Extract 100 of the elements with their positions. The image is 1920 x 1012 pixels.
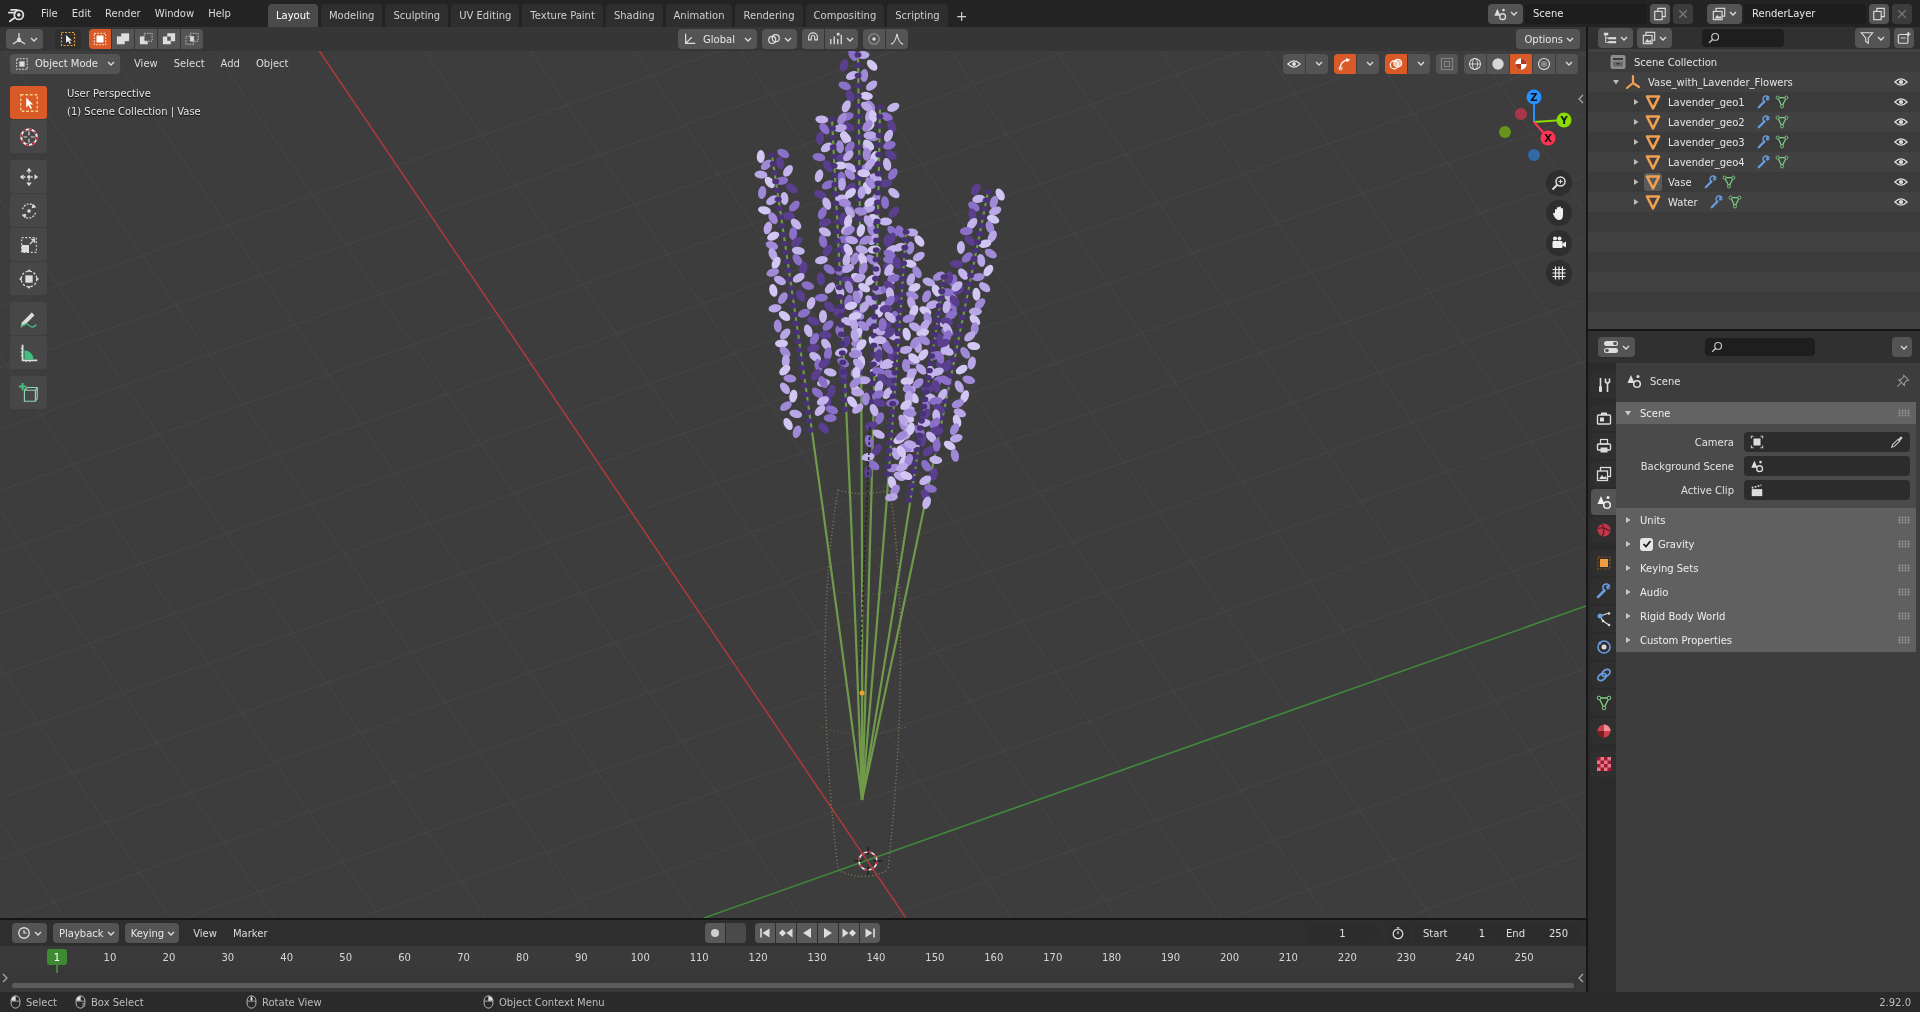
gizmo-dropdown[interactable] xyxy=(1357,53,1379,74)
timeline-scrollbar[interactable] xyxy=(12,983,1574,988)
expand-arrow-icon[interactable] xyxy=(1624,636,1632,644)
falloff-dropdown[interactable] xyxy=(885,29,908,49)
options-dropdown[interactable] xyxy=(1892,337,1912,357)
panel-header[interactable]: Scene xyxy=(1616,402,1916,424)
proportional-editing-toggle[interactable] xyxy=(862,29,885,49)
outliner-item-name[interactable]: Vase xyxy=(1668,176,1692,188)
shading-dropdown[interactable] xyxy=(1556,53,1578,74)
panel-header[interactable]: Audio xyxy=(1616,580,1916,604)
gizmo-axis-handle[interactable]: X xyxy=(1533,121,1556,146)
menu-item[interactable]: View xyxy=(185,923,225,943)
tool-button[interactable] xyxy=(10,160,47,193)
new-collection-button[interactable] xyxy=(1894,28,1914,48)
properties-tab[interactable] xyxy=(1591,405,1616,431)
expand-arrow-icon[interactable] xyxy=(1624,588,1632,596)
active-tool-button[interactable] xyxy=(55,29,81,49)
properties-tab[interactable] xyxy=(1591,751,1616,777)
expand-arrow-icon[interactable] xyxy=(1632,178,1640,186)
scene-browse-button[interactable] xyxy=(1488,3,1523,24)
drag-handle-icon[interactable] xyxy=(1898,636,1910,644)
options-dropdown[interactable]: Options xyxy=(1516,29,1580,49)
eye-icon[interactable] xyxy=(1894,195,1908,209)
previous-keyframe-button[interactable] xyxy=(776,923,797,943)
snap-toggle[interactable] xyxy=(801,29,824,49)
pivot-point-dropdown[interactable] xyxy=(761,29,797,49)
menu-item[interactable]: Render xyxy=(98,3,148,24)
workspace-tab[interactable]: Scripting xyxy=(887,4,948,27)
panel-header[interactable]: Keying Sets xyxy=(1616,556,1916,580)
axis-dot-icon[interactable] xyxy=(1515,108,1527,120)
overlay-dropdown[interactable] xyxy=(1408,53,1430,74)
eyedropper-icon[interactable] xyxy=(1890,435,1904,449)
properties-tab[interactable] xyxy=(1591,489,1616,515)
menu-dropdown[interactable]: Keying xyxy=(124,923,180,943)
vertex-triangle-icon[interactable] xyxy=(1774,95,1789,109)
shading-mode-button[interactable] xyxy=(1510,53,1532,74)
inverted-triangle-icon[interactable] xyxy=(1644,153,1662,171)
wrench-icon[interactable] xyxy=(1756,115,1771,129)
play-button[interactable] xyxy=(818,923,839,943)
three-axes-icon[interactable] xyxy=(1624,73,1642,91)
drag-handle-icon[interactable] xyxy=(1898,409,1910,417)
search-field[interactable] xyxy=(1702,29,1784,47)
vase-wireframe-drawing[interactable] xyxy=(821,426,907,878)
inverted-triangle-icon[interactable] xyxy=(1644,173,1662,191)
menu-item[interactable]: Object xyxy=(247,53,297,74)
menu-item[interactable]: Select xyxy=(165,53,213,74)
scene-name-field[interactable]: Scene xyxy=(1525,3,1647,24)
wrench-icon[interactable] xyxy=(1709,195,1724,209)
outliner-item-name[interactable]: Scene Collection xyxy=(1634,56,1718,68)
vertex-triangle-icon[interactable] xyxy=(1727,195,1742,209)
properties-tab[interactable] xyxy=(1591,433,1616,459)
expand-arrow-icon[interactable] xyxy=(1632,98,1640,106)
workspace-tab[interactable]: Rendering xyxy=(735,4,803,27)
tool-button[interactable] xyxy=(10,336,47,369)
shading-mode-button[interactable] xyxy=(1533,53,1555,74)
menu-item[interactable]: Add xyxy=(212,53,248,74)
vertex-triangle-icon[interactable] xyxy=(1774,115,1789,129)
wrench-icon[interactable] xyxy=(1756,135,1771,149)
menu-item[interactable]: Help xyxy=(201,3,238,24)
add-workspace-button[interactable]: + xyxy=(950,4,973,27)
search-field[interactable] xyxy=(1705,338,1815,356)
jump-to-start-button[interactable] xyxy=(755,923,776,943)
chevron-left-icon[interactable] xyxy=(1578,94,1584,104)
expand-arrow-icon[interactable] xyxy=(1632,138,1640,146)
drag-handle-icon[interactable] xyxy=(1898,564,1910,572)
drag-handle-icon[interactable] xyxy=(1898,612,1910,620)
eye-icon[interactable] xyxy=(1894,95,1908,109)
panel-header[interactable]: Units xyxy=(1616,508,1916,532)
workspace-tab[interactable]: Sculpting xyxy=(385,4,449,27)
vertex-triangle-icon[interactable] xyxy=(1774,155,1789,169)
menu-item[interactable]: Edit xyxy=(64,3,99,24)
inverted-triangle-icon[interactable] xyxy=(1644,133,1662,151)
vertex-triangle-icon[interactable] xyxy=(1721,175,1736,189)
menu-item[interactable]: Window xyxy=(147,3,202,24)
workspace-tab[interactable]: Texture Paint xyxy=(522,4,603,27)
selection-mode-button[interactable] xyxy=(135,29,157,49)
property-field[interactable] xyxy=(1744,480,1910,500)
view-layer-dropdown[interactable] xyxy=(1637,28,1672,48)
pin-icon[interactable] xyxy=(1896,374,1910,388)
tool-button[interactable] xyxy=(10,228,47,261)
auto-keying-toggle[interactable] xyxy=(705,923,726,943)
crosshair-ring-icon[interactable] xyxy=(853,846,883,876)
checkbox[interactable] xyxy=(1640,537,1653,551)
xray-toggle[interactable] xyxy=(1436,53,1458,74)
expand-arrow-icon[interactable] xyxy=(1624,409,1632,417)
menu-dropdown[interactable]: Playback xyxy=(53,923,119,943)
jump-to-end-button[interactable] xyxy=(860,923,881,943)
expand-arrow-icon[interactable] xyxy=(1624,516,1632,524)
outliner-item-name[interactable]: Lavender_geo3 xyxy=(1668,136,1745,148)
selection-mode-button[interactable] xyxy=(112,29,134,49)
properties-tab[interactable] xyxy=(1591,372,1616,398)
property-field[interactable] xyxy=(1744,432,1910,452)
eye-icon[interactable] xyxy=(1894,75,1908,89)
eye-icon[interactable] xyxy=(1894,155,1908,169)
tool-button[interactable] xyxy=(10,376,47,409)
display-mode-dropdown[interactable] xyxy=(1598,28,1633,48)
tool-button[interactable] xyxy=(10,262,47,295)
lavender-bouquet-drawing[interactable] xyxy=(754,49,1005,801)
properties-tab[interactable] xyxy=(1591,634,1616,660)
remove-view-layer-button[interactable] xyxy=(1892,3,1912,24)
